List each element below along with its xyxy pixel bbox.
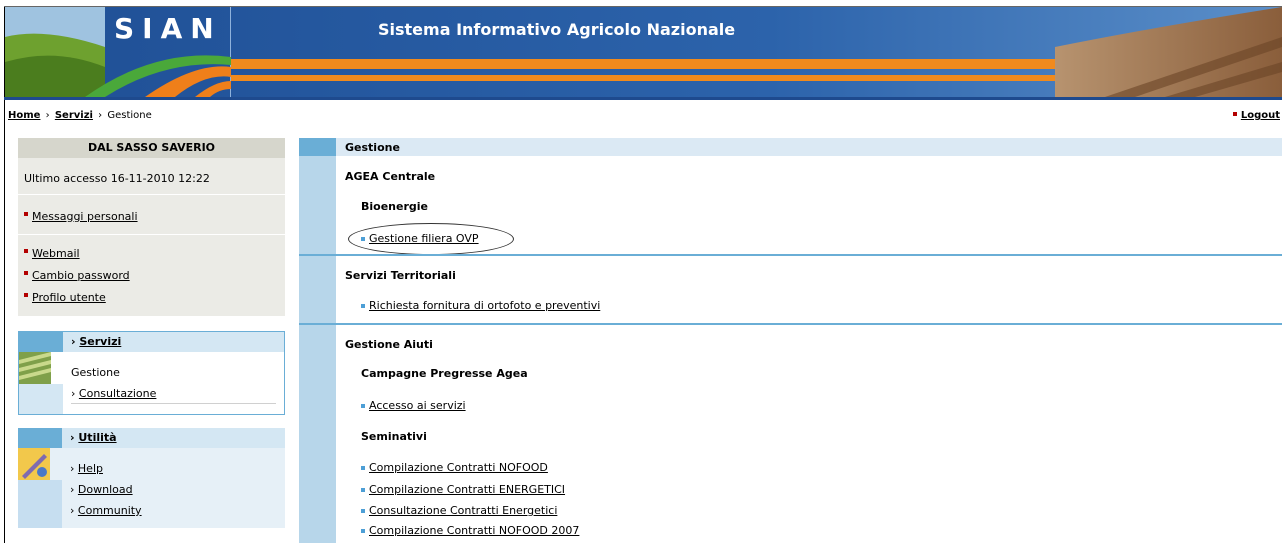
logout: Logout [1232,110,1280,121]
bullet-icon [1232,112,1237,116]
consultazione-link[interactable]: Consultazione [79,387,157,400]
menu-header-block [18,428,62,448]
consultazione-energetici-item: Consultazione Contratti Energetici [361,504,557,517]
breadcrumb-current: Gestione [107,110,152,121]
site-title: Sistema Informativo Agricolo Nazionale [378,20,736,39]
last-access: Ultimo accesso 16-11-2010 12:22 [24,172,210,185]
divider [71,403,276,404]
bullet-icon [24,212,28,216]
section-header-bg [336,138,1282,156]
utilita-menu-title[interactable]: Utilità [78,431,116,444]
breadcrumb-separator: › [45,110,50,121]
accesso-servizi-link[interactable]: Accesso ai servizi [369,399,466,412]
section-side-bar [299,325,336,543]
breadcrumb-servizi-link[interactable]: Servizi [55,110,93,121]
main-content: Gestione AGEA Centrale Bioenergie Gestio… [299,138,1282,543]
servizi-menu-header: › Servizi [19,332,284,352]
nofood-2007-item: Compilazione Contratti NOFOOD 2007 [361,524,579,537]
bullet-icon [361,488,365,492]
change-password-link[interactable]: Cambio password [32,269,130,282]
consultazione-energetici-link[interactable]: Consultazione Contratti Energetici [369,504,557,517]
breadcrumb-separator: › [98,110,103,121]
bullet-icon [24,249,28,253]
bullet-icon [361,509,365,513]
messages-link[interactable]: Messaggi personali [32,210,138,223]
community-link[interactable]: Community [78,504,142,517]
utilita-item-community: › Community [70,504,142,517]
nofood-2007-link[interactable]: Compilazione Contratti NOFOOD 2007 [369,524,579,537]
bullet-icon [361,304,365,308]
logout-link[interactable]: Logout [1241,110,1280,121]
section-side-bar [299,256,336,323]
ortofoto-item: Richiesta fornitura di ortofoto e preven… [361,299,600,312]
servizi-menu-image [19,352,51,384]
servizi-menu: › Servizi Gestione › Consultazione [18,331,285,415]
agea-title: AGEA Centrale [345,170,436,183]
breadcrumb-home-link[interactable]: Home [8,110,40,121]
utilita-menu-title-wrap: › Utilità [70,431,117,444]
servizi-item-consultazione: › Consultazione [71,387,157,400]
download-link[interactable]: Download [78,483,133,496]
header-top-border [4,6,1282,7]
section-divider [299,323,1282,325]
profile-link[interactable]: Profilo utente [32,291,106,304]
utilita-menu-image [18,448,50,480]
servizi-item-gestione: Gestione [71,366,120,379]
user-name: DAL SASSO SAVERIO [18,138,285,158]
site-header: SIAN Sistema Informativo Agricolo Nazion… [0,0,1282,543]
section-divider [299,254,1282,256]
bullet-icon [24,293,28,297]
nofood-item: Compilazione Contratti NOFOOD [361,461,548,474]
help-link[interactable]: Help [78,462,103,475]
filiera-item: Gestione filiera OVP [361,232,479,245]
seminativi-title: Seminativi [361,430,427,443]
utilita-menu-header: › Utilità [18,428,285,448]
energetici-link[interactable]: Compilazione Contratti ENERGETICI [369,483,565,496]
utilita-menu: › Utilità › Help › Download › Community [18,428,285,528]
sian-logo[interactable]: SIAN [114,12,222,45]
divider [18,194,285,195]
change-password-item: Cambio password [24,269,130,282]
servizi-menu-title[interactable]: Servizi [79,335,121,348]
utilita-item-download: › Download [70,483,133,496]
breadcrumb: Home › Servizi › Gestione [8,110,152,121]
bullet-icon [24,271,28,275]
bullet-icon [361,404,365,408]
utilita-item-help: › Help [70,462,103,475]
gestione-aiuti-title: Gestione Aiuti [345,338,433,351]
webmail-link[interactable]: Webmail [32,247,80,260]
messages-item: Messaggi personali [24,210,138,223]
webmail-item: Webmail [24,247,80,260]
bullet-icon [361,466,365,470]
gestione-filiera-link[interactable]: Gestione filiera OVP [369,232,479,245]
profile-item: Profilo utente [24,291,106,304]
menu-side-strip [18,480,62,528]
header-bottom-border [4,97,1282,100]
page-title: Gestione [345,141,400,154]
servizi-territoriali-title: Servizi Territoriali [345,269,456,282]
accesso-item: Accesso ai servizi [361,399,466,412]
divider [18,234,285,235]
campagne-title: Campagne Pregresse Agea [361,367,528,380]
bullet-icon [361,237,365,241]
servizi-menu-title-wrap: › Servizi [71,335,122,348]
menu-side-strip [19,384,63,414]
menu-header-block [19,332,63,352]
nofood-link[interactable]: Compilazione Contratti NOFOOD [369,461,548,474]
ortofoto-link[interactable]: Richiesta fornitura di ortofoto e preven… [369,299,600,312]
bioenergie-title: Bioenergie [361,200,428,213]
page-left-border [4,6,5,543]
section-side-bar [299,156,336,254]
bullet-icon [361,529,365,533]
user-panel: DAL SASSO SAVERIO Ultimo accesso 16-11-2… [18,138,285,316]
section-header-block [299,138,336,156]
energetici-item: Compilazione Contratti ENERGETICI [361,483,565,496]
